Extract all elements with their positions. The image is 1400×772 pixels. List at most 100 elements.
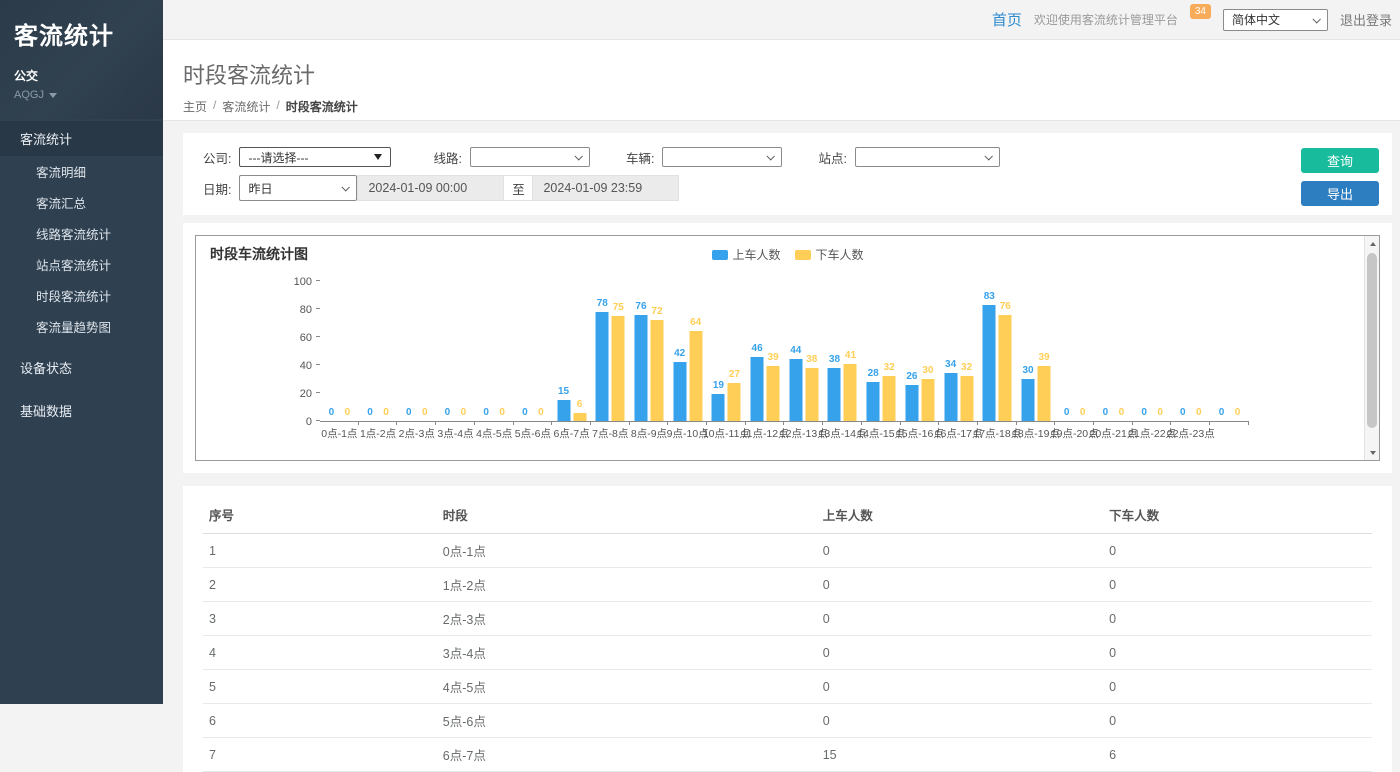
sidebar-item-客流统计[interactable]: 客流统计 (0, 121, 163, 156)
org-code-dropdown[interactable]: AQGJ (14, 89, 149, 101)
bar-group: 443812点-13点 (784, 282, 823, 421)
bars: 8376 (983, 305, 1012, 421)
x-axis-tick (822, 421, 823, 425)
bars: 156 (557, 400, 586, 421)
hourly-stats-table: 序号时段上车人数下车人数 10点-1点0021点-2点0032点-3点0043点… (203, 496, 1372, 772)
breadcrumb-section[interactable]: 客流统计 (222, 98, 270, 115)
x-axis-tick (1170, 421, 1171, 425)
sidebar-subitem-时段客流统计[interactable]: 时段客流统计 (0, 280, 163, 311)
sidebar-subitem-客流量趋势图[interactable]: 客流量趋势图 (0, 311, 163, 342)
bar-value-label: 38 (829, 354, 840, 365)
bar-group: 0020点-21点 (1094, 282, 1133, 421)
scrollbar-thumb[interactable] (1367, 253, 1377, 428)
bar-value-label: 15 (558, 386, 569, 397)
bar-group: 0022点-23点 (1171, 282, 1210, 421)
bar-group: 002点-3点 (397, 282, 436, 421)
bar-value-label: 38 (806, 354, 817, 365)
x-axis-tick (1054, 421, 1055, 425)
bar-value-label: 41 (845, 350, 856, 361)
line-select[interactable] (470, 147, 590, 167)
sidebar-subitem-客流汇总[interactable]: 客流汇总 (0, 187, 163, 218)
bar-value-label: 0 (406, 407, 412, 418)
table-header-上车人数: 上车人数 (817, 496, 1103, 534)
chart-box: 时段车流统计图 上车人数下车人数 020406080100000点-1点001点… (195, 235, 1380, 461)
vehicle-select[interactable] (662, 147, 782, 167)
bar-value-label: 0 (1103, 407, 1109, 418)
export-button[interactable]: 导出 (1301, 181, 1379, 206)
bar-上车人数: 38 (828, 368, 841, 421)
date-from-input[interactable] (357, 175, 504, 201)
logout-link[interactable]: 退出登录 (1340, 10, 1392, 29)
bar-下车人数: 38 (805, 368, 818, 421)
bar-value-label: 76 (635, 301, 646, 312)
sidebar-subitem-客流明细[interactable]: 客流明细 (0, 156, 163, 187)
chevron-down-icon (767, 152, 775, 160)
x-axis-label: 3点-4点 (437, 426, 473, 441)
bar-group: 0019点-20点 (1055, 282, 1094, 421)
filter-panel: 公司: ---请选择--- 线路: 车辆: 站点: (183, 133, 1392, 215)
bar-group: 76728点-9点 (630, 282, 669, 421)
bar-value-label: 30 (922, 365, 933, 376)
bar-value-label: 0 (383, 407, 389, 418)
bar-group: 384113点-14点 (823, 282, 862, 421)
breadcrumb-home[interactable]: 主页 (183, 98, 207, 115)
home-link[interactable]: 首页 (992, 9, 1022, 30)
scrollbar-up-button[interactable] (1365, 236, 1380, 251)
sidebar-subitem-站点客流统计[interactable]: 站点客流统计 (0, 249, 163, 280)
x-axis-label: 6点-7点 (553, 426, 589, 441)
sidebar-subitem-线路客流统计[interactable]: 线路客流统计 (0, 218, 163, 249)
legend-item-下车人数[interactable]: 下车人数 (795, 246, 864, 263)
language-value: 简体中文 (1232, 11, 1280, 28)
bar-value-label: 0 (1235, 407, 1241, 418)
table-cell: 15 (817, 738, 1103, 772)
scrollbar-down-button[interactable] (1365, 445, 1380, 460)
bar-value-label: 32 (884, 362, 895, 373)
triangle-up-icon (1370, 242, 1376, 246)
date-preset-select[interactable]: 昨日 (239, 175, 357, 201)
table-cell: 0 (1103, 602, 1372, 636)
bar-value-label: 78 (597, 298, 608, 309)
legend-item-上车人数[interactable]: 上车人数 (711, 246, 780, 263)
table-row: 32点-3点00 (203, 602, 1372, 636)
vehicle-label: 车辆: (626, 148, 654, 167)
station-select[interactable] (855, 147, 1000, 167)
language-select[interactable]: 简体中文 (1223, 9, 1328, 31)
x-axis-tick (1248, 421, 1249, 425)
bar-value-label: 39 (1038, 352, 1049, 363)
bar-value-label: 0 (1119, 407, 1125, 418)
bar-value-label: 46 (752, 343, 763, 354)
bar-上车人数: 46 (751, 357, 764, 421)
bars: 4438 (789, 359, 818, 421)
bar-group: 42649点-10点 (668, 282, 707, 421)
bar-value-label: 28 (868, 368, 879, 379)
sidebar-item-基础数据[interactable]: 基础数据 (0, 393, 163, 428)
search-button[interactable]: 查询 (1301, 148, 1379, 173)
bar-value-label: 44 (790, 345, 801, 356)
company-select[interactable]: ---请选择--- (239, 147, 391, 167)
sidebar-item-设备状态[interactable]: 设备状态 (0, 350, 163, 385)
x-axis-tick (1016, 421, 1017, 425)
x-axis-tick (435, 421, 436, 425)
bar-下车人数: 27 (728, 383, 741, 421)
table-row: 76点-7点156 (203, 738, 1372, 772)
notification-badge[interactable]: 34 (1190, 4, 1211, 19)
content: 公司: ---请选择--- 线路: 车辆: 站点: (163, 121, 1400, 772)
bar-group: 303918点-19点 (1017, 282, 1056, 421)
table-cell: 4点-5点 (437, 670, 817, 704)
y-axis-tick-label: 20 (272, 388, 312, 400)
date-label: 日期: (203, 179, 231, 198)
chart-scrollbar[interactable] (1364, 236, 1379, 460)
bar-下车人数: 41 (844, 364, 857, 421)
bar-上车人数: 28 (867, 382, 880, 421)
caret-down-icon (49, 93, 57, 98)
x-axis-tick (900, 421, 901, 425)
welcome-text: 欢迎使用客流统计管理平台 (1034, 11, 1178, 28)
bar-上车人数: 83 (983, 305, 996, 421)
y-axis-tick-label: 60 (272, 332, 312, 344)
table-cell: 7 (203, 738, 437, 772)
bar-value-label: 0 (329, 407, 335, 418)
date-to-input[interactable] (532, 175, 679, 201)
table-cell: 0 (817, 602, 1103, 636)
bar-value-label: 0 (1064, 407, 1070, 418)
table-cell: 6点-7点 (437, 738, 817, 772)
